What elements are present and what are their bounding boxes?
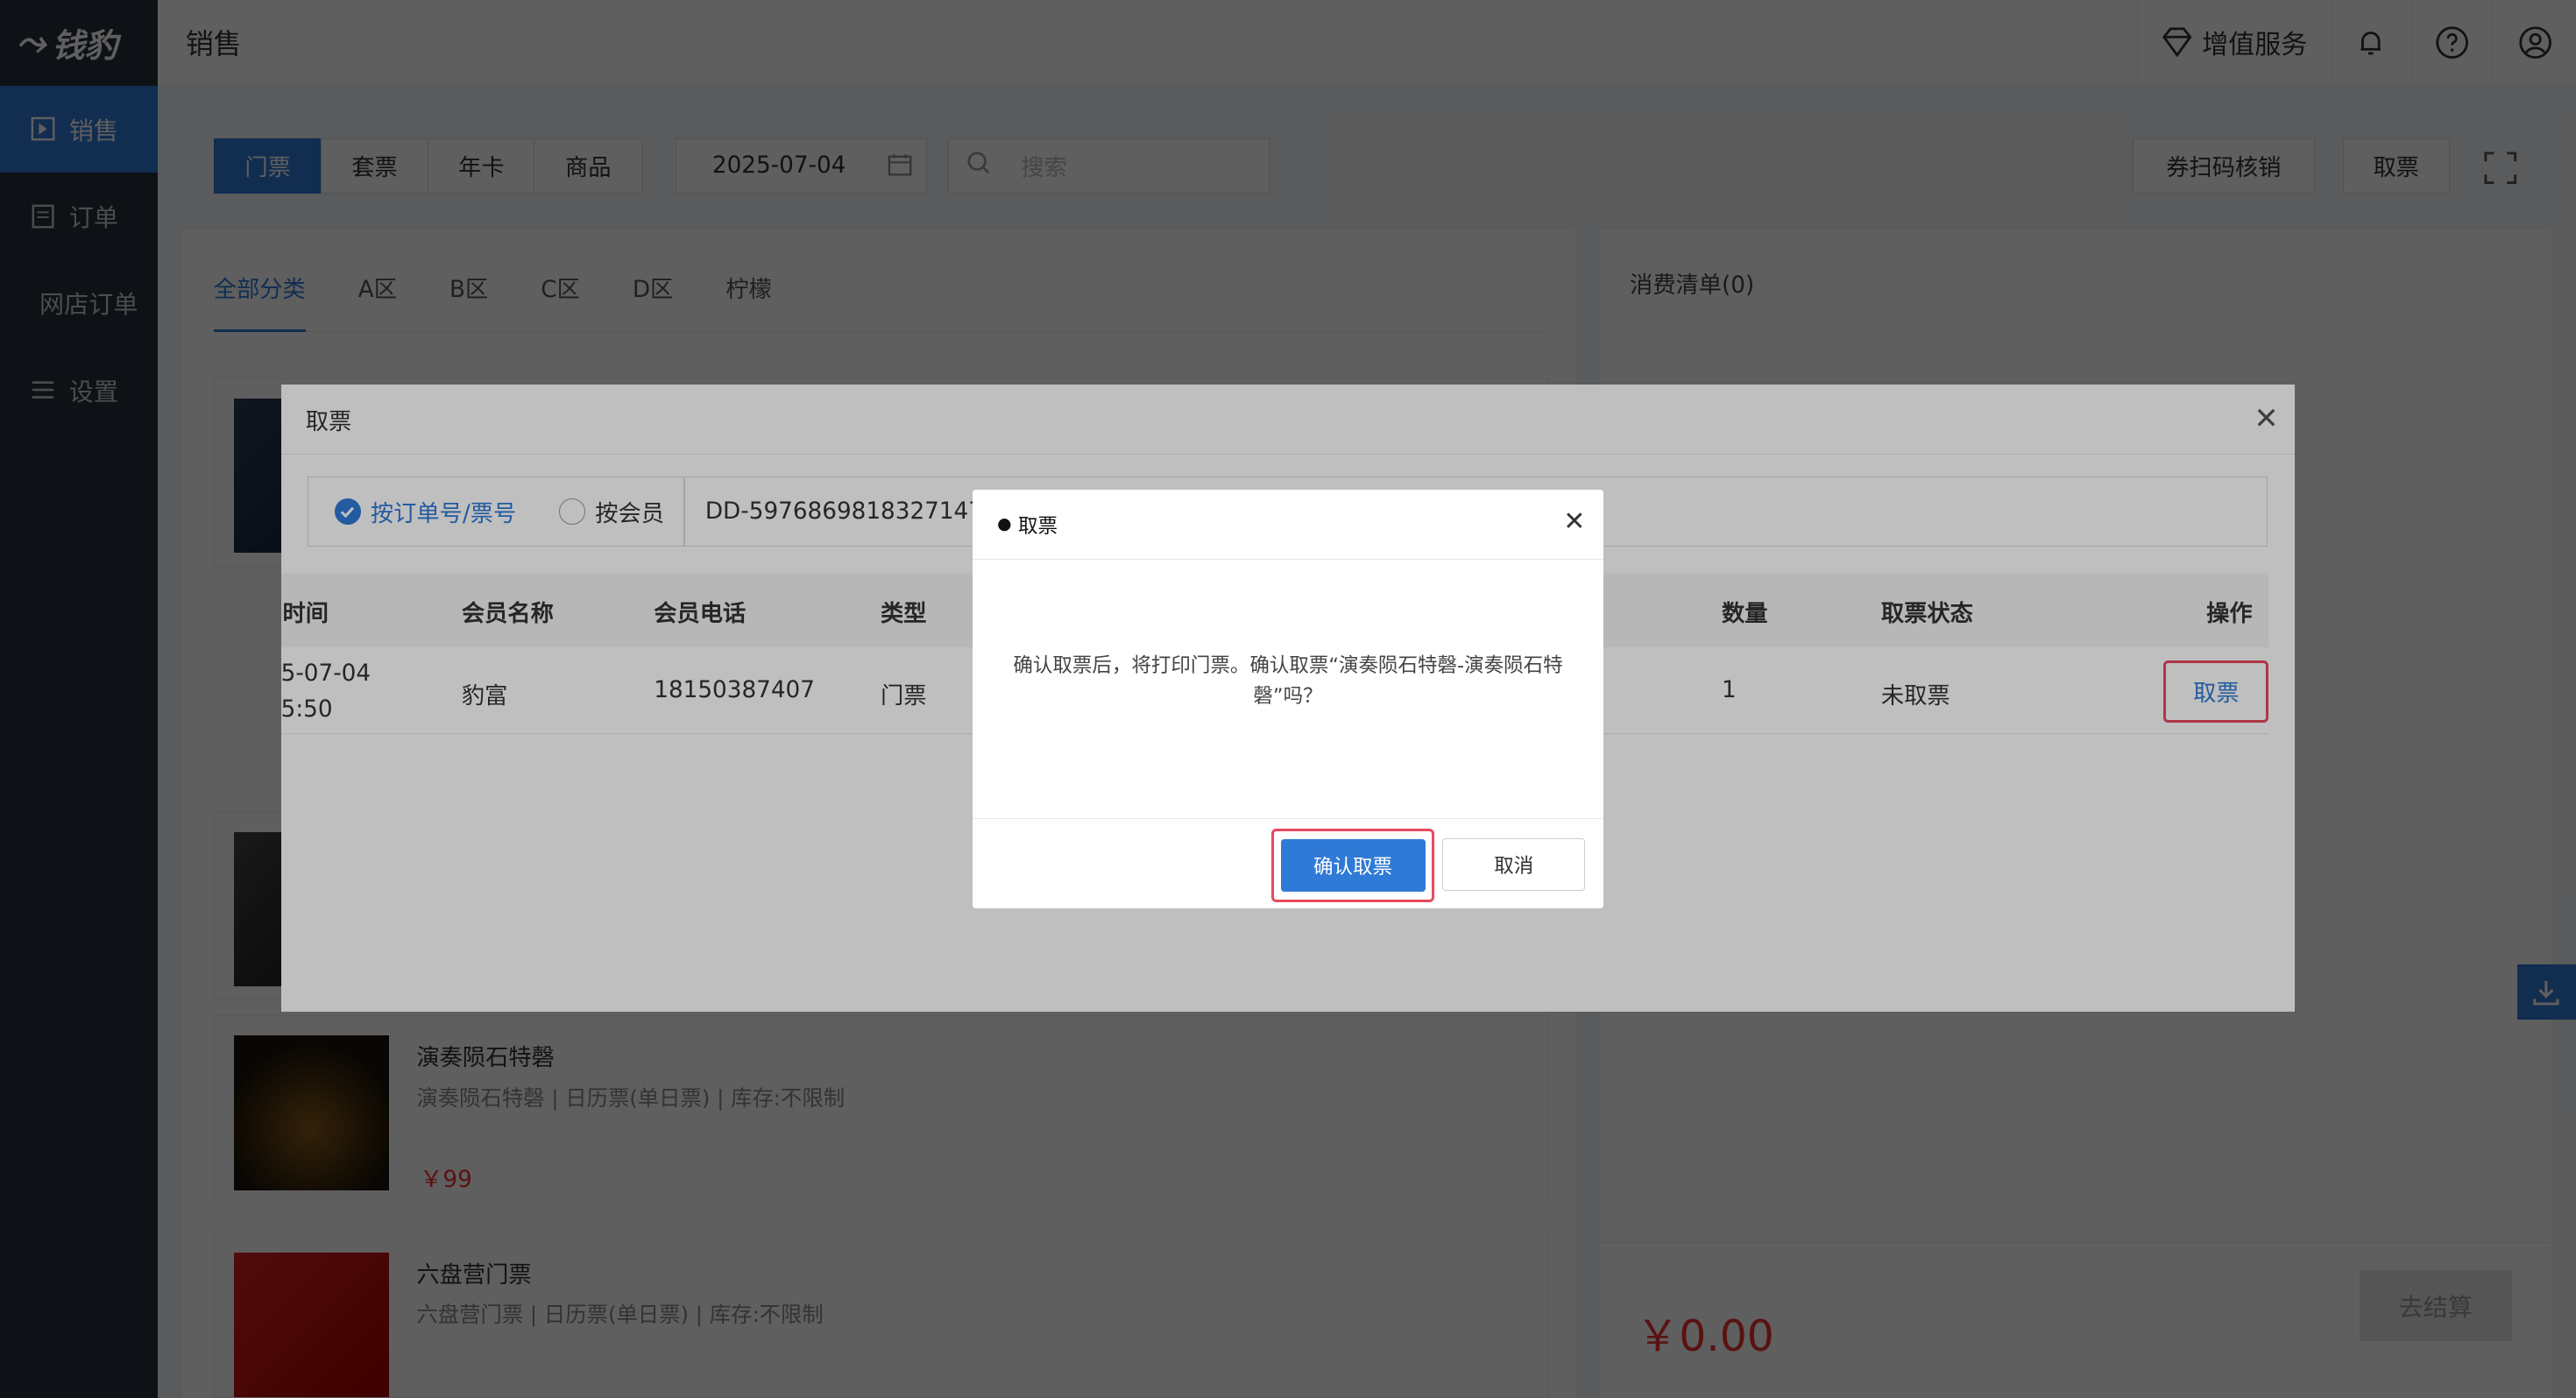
confirm-highlight: 确认取票: [1271, 829, 1434, 903]
cancel-button[interactable]: 取消: [1442, 838, 1586, 892]
dialog-footer: 确认取票 取消: [973, 817, 1603, 908]
app-root: ⤳ 钱豹 销售 订单 网店订单 设置 销售: [0, 0, 2576, 1398]
close-icon[interactable]: ✕: [1563, 509, 1585, 535]
confirm-take-ticket-button[interactable]: 确认取票: [1280, 839, 1426, 893]
dialog-title: 取票: [1018, 514, 1058, 538]
dialog-header: ● 取票 ✕: [973, 490, 1603, 561]
confirm-dialog: ● 取票 ✕ 确认取票后，将打印门票。确认取票“演奏陨石特磬-演奏陨石特磬”吗？…: [973, 489, 1603, 908]
bullet-icon: ●: [997, 515, 1012, 534]
dialog-message: 确认取票后，将打印门票。确认取票“演奏陨石特磬-演奏陨石特磬”吗？: [1013, 653, 1563, 709]
